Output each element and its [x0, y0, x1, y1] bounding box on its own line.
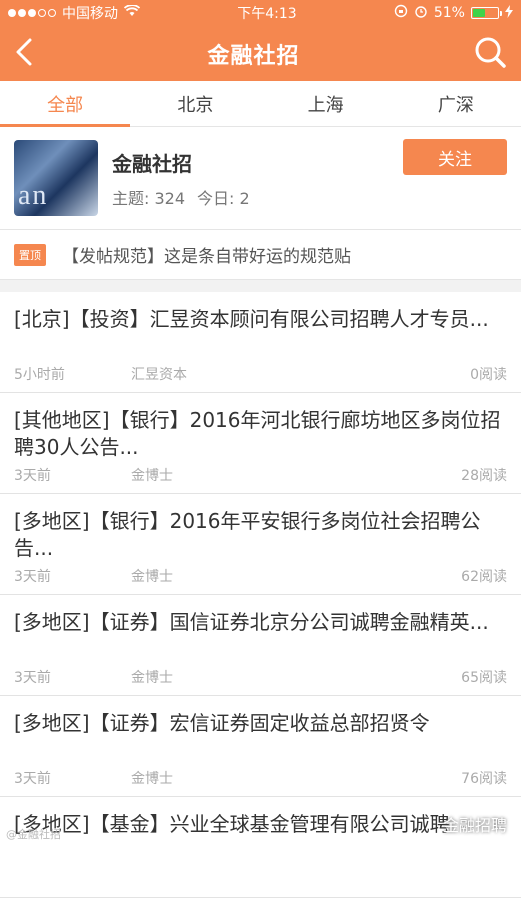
- page-title: 金融社招: [207, 43, 300, 69]
- battery-fill: [472, 9, 485, 17]
- post-meta: 3天前 金博士 62阅读: [14, 566, 507, 586]
- signal-icon: [8, 9, 56, 17]
- battery-icon: [470, 7, 502, 19]
- topics-count: 主题: 324: [112, 188, 186, 208]
- post-reads: 65阅读: [461, 670, 507, 686]
- wifi-icon: [123, 4, 141, 21]
- clock: 下午4:13: [237, 6, 297, 22]
- forum-thumbnail: an: [14, 140, 98, 216]
- status-right: 51%: [394, 4, 513, 22]
- search-icon[interactable]: [473, 35, 507, 73]
- post-title: [多地区]【证券】宏信证券固定收益总部招贤令: [14, 711, 430, 735]
- charging-icon: [504, 4, 513, 22]
- status-left: 中国移动: [8, 3, 141, 23]
- status-bar: 中国移动 下午4:13 51%: [0, 0, 521, 26]
- post-reads: 62阅读: [461, 569, 507, 585]
- today-count: 今日: 2: [197, 188, 250, 208]
- forum-info: 金融社招 主题: 324 今日: 2: [112, 148, 250, 209]
- post-list: [北京]【投资】汇昱资本顾问有限公司招聘人才专员... 5小时前 汇昱资本 0阅…: [0, 292, 521, 898]
- tab-beijing[interactable]: 北京: [130, 81, 260, 126]
- post-title: [多地区]【基金】兴业全球基金管理有限公司诚聘: [14, 812, 450, 836]
- list-item[interactable]: [其他地区]【银行】2016年河北银行廊坊地区多岗位招聘30人公告... 3天前…: [0, 393, 521, 494]
- forum-name: 金融社招: [112, 151, 192, 176]
- pinned-post[interactable]: 置顶 【发帖规范】这是条自带好运的规范贴: [0, 230, 521, 280]
- post-title: [北京]【投资】汇昱资本顾问有限公司招聘人才专员...: [14, 307, 489, 331]
- section-gap: [0, 280, 521, 292]
- post-title: [其他地区]【银行】2016年河北银行廊坊地区多岗位招聘30人公告...: [14, 408, 501, 459]
- tab-shanghai[interactable]: 上海: [261, 81, 391, 126]
- post-reads: 28阅读: [461, 468, 507, 484]
- thumbnail-text: an: [18, 180, 49, 211]
- forum-header: an 金融社招 主题: 324 今日: 2 关注: [0, 127, 521, 230]
- list-item[interactable]: [多地区]【证券】国信证券北京分公司诚聘金融精英... 3天前 金博士 65阅读: [0, 595, 521, 696]
- post-author: 金博士: [131, 670, 173, 686]
- post-time: 3天前: [14, 670, 51, 686]
- post-time: 3天前: [14, 771, 51, 787]
- post-meta: 3天前 金博士 28阅读: [14, 465, 507, 485]
- back-arrow-icon[interactable]: [14, 37, 34, 71]
- post-meta: 3天前 金博士 65阅读: [14, 667, 507, 687]
- tab-all[interactable]: 全部: [0, 81, 131, 127]
- post-author: 汇昱资本: [131, 367, 187, 383]
- list-item[interactable]: [多地区]【证券】宏信证券固定收益总部招贤令 3天前 金博士 76阅读: [0, 696, 521, 797]
- post-title: [多地区]【银行】2016年平安银行多岗位社会招聘公告...: [14, 509, 481, 560]
- alarm-icon: [414, 4, 428, 22]
- nav-bar: 金融社招: [0, 26, 521, 81]
- post-reads: 76阅读: [461, 771, 507, 787]
- pinned-title: 【发帖规范】这是条自带好运的规范贴: [62, 247, 351, 267]
- forum-stats: 主题: 324 今日: 2: [112, 185, 250, 209]
- post-meta: 5小时前 汇昱资本 0阅读: [14, 364, 507, 384]
- post-meta: 3天前 金博士 76阅读: [14, 768, 507, 788]
- post-time: 3天前: [14, 468, 51, 484]
- post-time: 3天前: [14, 569, 51, 585]
- post-author: 金博士: [131, 569, 173, 585]
- battery-percent: 51%: [433, 5, 465, 21]
- orientation-lock-icon: [394, 4, 408, 22]
- list-item[interactable]: [北京]【投资】汇昱资本顾问有限公司招聘人才专员... 5小时前 汇昱资本 0阅…: [0, 292, 521, 393]
- post-reads: 0阅读: [470, 367, 507, 383]
- post-author: 金博士: [131, 771, 173, 787]
- post-author: 金博士: [131, 468, 173, 484]
- post-title: [多地区]【证券】国信证券北京分公司诚聘金融精英...: [14, 610, 489, 634]
- pinned-badge: 置顶: [14, 243, 46, 266]
- carrier-label: 中国移动: [62, 6, 118, 22]
- tab-guangshen[interactable]: 广深: [391, 81, 521, 126]
- follow-button[interactable]: 关注: [403, 139, 507, 175]
- region-tabs: 全部 北京 上海 广深: [0, 81, 521, 127]
- watermark-left: @金融社招: [6, 828, 61, 841]
- post-time: 5小时前: [14, 367, 65, 383]
- list-item[interactable]: [多地区]【银行】2016年平安银行多岗位社会招聘公告... 3天前 金博士 6…: [0, 494, 521, 595]
- watermark-right: 金融招聘: [442, 816, 507, 835]
